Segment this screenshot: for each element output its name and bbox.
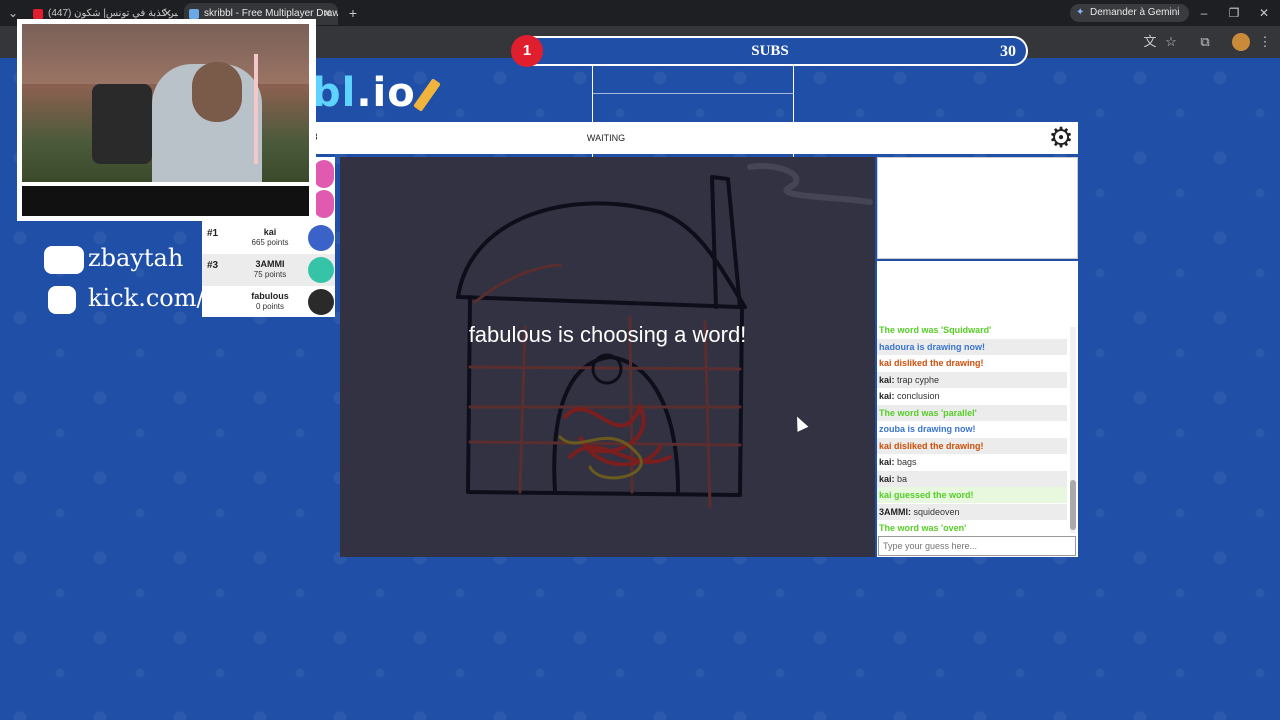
- chat-text: bags: [897, 457, 917, 467]
- player-name: 3AMMI: [255, 259, 285, 269]
- gemini-star-icon: ✦: [1076, 7, 1085, 18]
- chat-text: squideoven: [913, 506, 960, 517]
- gemini-button[interactable]: ✦ Demander à Gemini: [1070, 4, 1190, 22]
- drawing-strokes: [456, 163, 873, 509]
- extensions-icon[interactable]: ⧉: [1196, 33, 1214, 51]
- chat-message: 3AMMI: squideoven: [877, 503, 1067, 520]
- chat-system-text: The word was 'Squidward': [879, 325, 992, 335]
- player-points: 0 points: [255, 302, 285, 311]
- tab-title: skribbl - Free Multiplayer Drawing: [204, 8, 338, 19]
- kick-icon: [48, 286, 76, 314]
- subs-label: SUBS: [751, 43, 789, 59]
- chat-system-text: kai disliked the drawing!: [879, 440, 984, 451]
- chat-system-text: The word was 'parallel': [879, 407, 977, 418]
- menu-icon[interactable]: ⋮: [1256, 33, 1274, 51]
- chat-system-text: hadoura is drawing now!: [879, 341, 986, 352]
- gemini-label: Demander à Gemini: [1090, 7, 1180, 18]
- drawing-canvas[interactable]: [340, 157, 875, 557]
- overlay-divider: [592, 93, 794, 94]
- chat-scroll-thumb[interactable]: [1070, 480, 1076, 530]
- game-status: WAITING: [586, 133, 626, 143]
- close-window-icon[interactable]: ✕: [1256, 0, 1272, 26]
- chat-message: kai: trap cyphe: [877, 371, 1067, 388]
- restore-icon[interactable]: ❐: [1226, 0, 1242, 26]
- chat-message: kai: bags: [877, 454, 1067, 470]
- player-points: 75 points: [253, 270, 287, 279]
- chat-username: kai:: [879, 473, 895, 484]
- discord-handle: zbaytah: [88, 244, 184, 272]
- chat-message: The word was 'Squidward': [877, 322, 1067, 338]
- chat-header-panel: [877, 157, 1078, 259]
- chat-text: trap cyphe: [897, 374, 940, 385]
- webcam-feed: [22, 24, 309, 182]
- player-name: fabulous: [251, 291, 289, 301]
- chat-text: conclusion: [897, 391, 940, 401]
- player-rank: #3: [207, 260, 219, 271]
- chat-system-text: zouba is drawing now!: [879, 424, 976, 434]
- player-points: 665 points: [251, 238, 289, 247]
- player-avatar: [308, 257, 334, 283]
- discord-icon: [44, 246, 84, 274]
- guess-input[interactable]: [878, 536, 1076, 556]
- tab-title: (447) أكبر كذبة في تونس| شكون: [48, 8, 178, 19]
- chat-username: kai:: [879, 391, 895, 401]
- translate-icon[interactable]: 文: [1141, 33, 1159, 51]
- close-tab-icon[interactable]: ✕: [323, 3, 332, 25]
- webcam-overlay-strip: [22, 186, 309, 216]
- subs-goal-count: 30: [1000, 43, 1016, 60]
- chat-username: 3AMMI:: [879, 506, 911, 517]
- kick-handle: kick.com/zbay: [88, 284, 202, 312]
- player-rank: #1: [207, 228, 219, 239]
- chat-username: kai:: [879, 374, 895, 385]
- player-row[interactable]: fabulous 0 points: [202, 286, 335, 318]
- star-icon[interactable]: ☆: [1162, 33, 1180, 51]
- chat-message: kai disliked the drawing!: [877, 355, 1067, 371]
- player-avatar: [308, 225, 334, 251]
- profile-avatar-icon[interactable]: [1232, 33, 1250, 51]
- new-tab-button[interactable]: +: [344, 0, 362, 26]
- settings-gear-icon[interactable]: ⚙: [1046, 123, 1076, 153]
- youtube-icon: [33, 9, 43, 19]
- chat-system-text: kai disliked the drawing!: [879, 358, 984, 368]
- chat-system-text: The word was 'oven': [879, 523, 967, 533]
- logo-text-b: .io: [356, 70, 416, 116]
- subs-current-count: 1: [511, 35, 543, 67]
- chat-message: kai guessed the word!: [877, 487, 1067, 503]
- chat-text: ba: [897, 473, 908, 484]
- chat-message: The word was 'oven': [877, 520, 1067, 536]
- skribbl-logo[interactable]: bl.io: [312, 70, 441, 116]
- chat-message: The word was 'parallel': [877, 404, 1067, 421]
- player-avatar: [308, 289, 334, 315]
- game-header: [304, 122, 1078, 154]
- chat-message: kai: ba: [877, 470, 1067, 487]
- chat-message: kai disliked the drawing!: [877, 437, 1067, 454]
- chat-system-text: kai guessed the word!: [879, 490, 974, 500]
- chat-message: hadoura is drawing now!: [877, 338, 1067, 355]
- player-row[interactable]: #1 kai 665 points: [202, 222, 335, 254]
- chat-message: kai: conclusion: [877, 388, 1067, 404]
- chat-username: kai:: [879, 457, 895, 467]
- player-name: kai: [263, 227, 277, 237]
- chat-message: zouba is drawing now!: [877, 421, 1067, 437]
- player-row[interactable]: #3 3AMMI 75 points: [202, 254, 335, 286]
- choosing-word-overlay: fabulous is choosing a word!: [468, 322, 747, 347]
- skribbl-favicon-icon: [189, 9, 199, 19]
- minimize-icon[interactable]: –: [1196, 0, 1212, 26]
- logo-text-a: bl: [312, 70, 357, 116]
